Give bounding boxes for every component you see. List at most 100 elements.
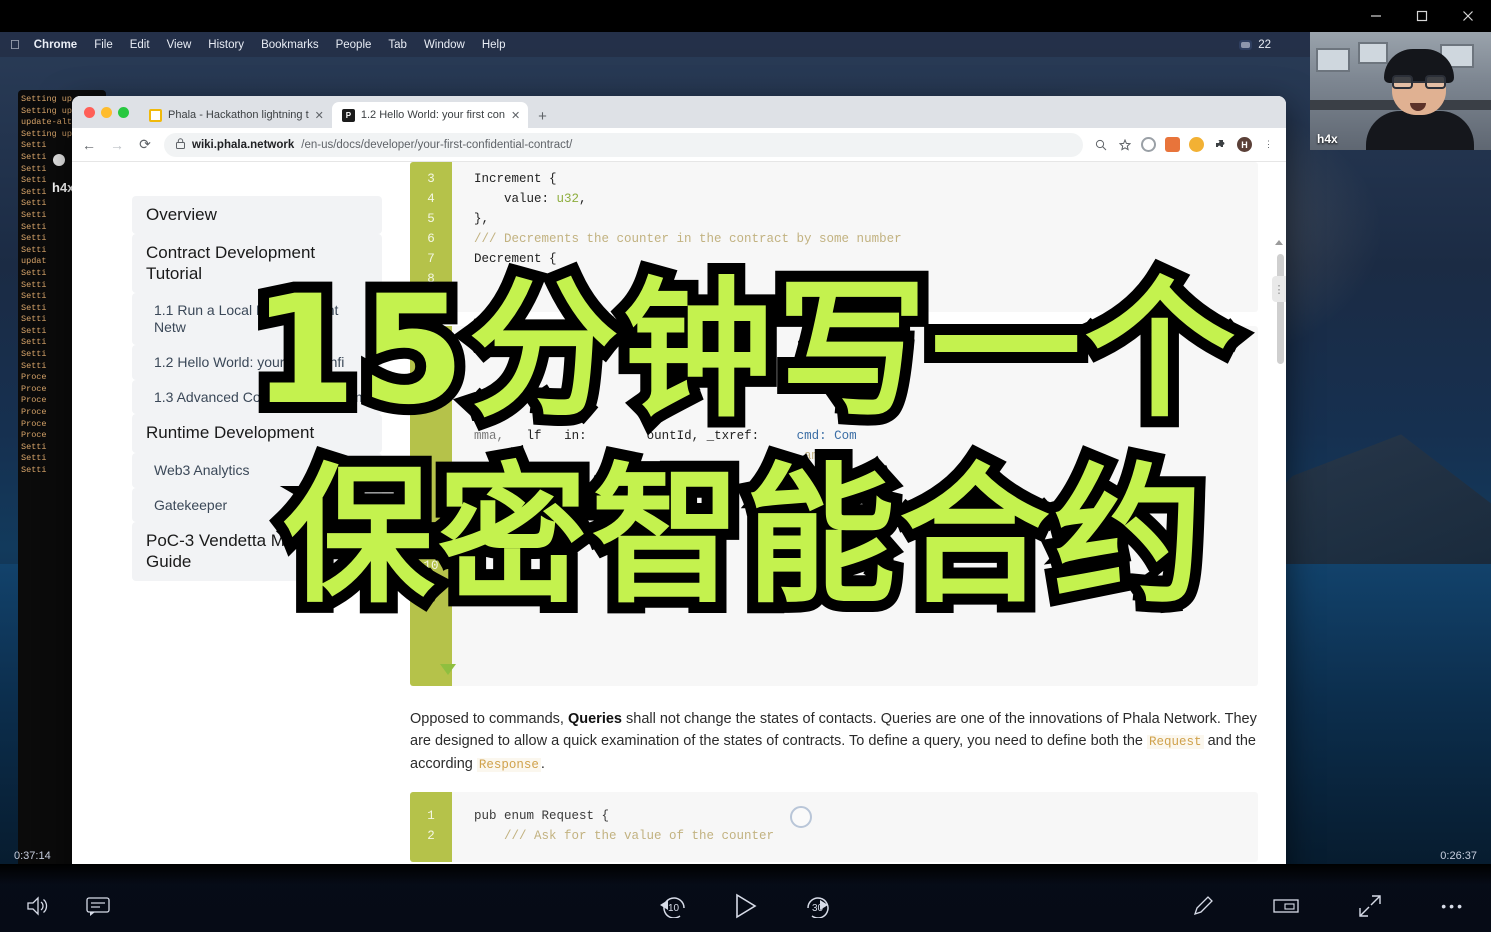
person-torso [1365, 110, 1474, 150]
line-number: 1 [427, 809, 435, 823]
sidebar-item-run-local-dev-network[interactable]: 1.1 Run a Local Development Netw [132, 293, 382, 345]
code-comment: ameter [474, 446, 1258, 466]
volume-button[interactable] [26, 896, 48, 916]
code-fragment: value: [474, 192, 557, 206]
tray-count: 22 [1258, 38, 1271, 51]
menu-item-chrome[interactable]: Chrome [34, 39, 77, 51]
sidebar-item-contract-development-tutorial[interactable]: Contract Development Tutorial [132, 234, 382, 294]
avatar[interactable]: H [1237, 137, 1252, 152]
forward-icon[interactable]: → [108, 137, 126, 153]
fullscreen-icon[interactable] [1357, 893, 1383, 919]
maximize-button[interactable] [1399, 0, 1445, 32]
sidebar-item-advanced-contract-development[interactable]: 1.3 Advanced Contract Developm [132, 379, 382, 415]
inline-code-response: Response [476, 758, 541, 772]
bookmark-icon [149, 108, 162, 122]
orange-ext-icon[interactable] [1165, 137, 1180, 152]
search-icon[interactable] [1093, 137, 1108, 152]
line-number: 5 [427, 212, 435, 226]
tab-hello-world[interactable]: P 1.2 Hello World: your first con ✕ [331, 102, 529, 128]
code-line: value: [474, 272, 557, 286]
scroll-up-arrow-icon[interactable] [1275, 240, 1283, 245]
para-part: . [540, 756, 545, 772]
pencil-icon[interactable] [1191, 894, 1215, 918]
minimize-button[interactable] [1353, 0, 1399, 32]
code-fragment: ameter [804, 449, 850, 463]
player-controls-bar: 0:37:14 0:26:37 10 30 ••• [0, 850, 1491, 932]
glasses-lens-left [1391, 74, 1413, 89]
menu-item-window[interactable]: Window [424, 39, 465, 51]
sidebar-item-runtime-development[interactable]: Runtime Development [132, 414, 382, 453]
code-line: pub enum Request { [474, 809, 610, 823]
address-bar[interactable]: wiki.phala.network/en-us/docs/developer/… [164, 132, 1083, 157]
sidebar-item-web3-analytics[interactable]: Web3 Analytics [132, 452, 382, 488]
webcam-watermark: h4x [1317, 132, 1338, 146]
reload-icon[interactable]: ⟳ [136, 136, 154, 153]
tab-phala-hackathon[interactable]: Phala - Hackathon lightning t ✕ [139, 102, 332, 128]
lock-icon [176, 138, 185, 151]
more-options-icon[interactable]: ••• [1441, 898, 1465, 914]
sidebar-item-gatekeeper[interactable]: Gatekeeper [132, 487, 382, 523]
tab-close-icon[interactable]: ✕ [511, 109, 520, 122]
yellow-ext-icon[interactable] [1189, 137, 1204, 152]
code-line: }, [474, 212, 490, 226]
traffic-lights [82, 96, 139, 128]
sidebar-item-hello-world[interactable]: 1.2 Hello World: your first confi [132, 344, 382, 380]
play-button[interactable] [733, 892, 759, 920]
side-panel-toggle[interactable]: ⋮ [1272, 276, 1286, 302]
code-block-commands[interactable]: 3 4 5 6 7 8 Increment { value: u32,}, /// Decr… [410, 162, 1258, 312]
code-fragment: , [579, 192, 587, 206]
menu-item-tab[interactable]: Tab [388, 39, 407, 51]
code-comment: /// Decrements the counter in the contra… [474, 232, 902, 246]
url-host: wiki.phala.network [192, 138, 295, 151]
code-gutter: 9 10 11 [410, 326, 452, 686]
line-number: 4 [427, 192, 435, 206]
mac-menubar:  Chrome File Edit View History Bookmark… [0, 32, 1491, 57]
sidebar-item-poc3-vendetta-mining-guide[interactable]: PoC-3 Vendetta Mining Guide [132, 522, 382, 582]
close-traffic-light[interactable] [84, 106, 95, 118]
code-line: Decrement { [474, 252, 557, 266]
chrome-window[interactable]: Phala - Hackathon lightning t ✕ P 1.2 He… [72, 96, 1286, 864]
menu-item-history[interactable]: History [208, 39, 244, 51]
menu-item-bookmarks[interactable]: Bookmarks [261, 39, 319, 51]
rewind-seconds: 10 [667, 903, 680, 914]
minimize-traffic-light[interactable] [101, 106, 112, 118]
webcam-overlay[interactable]: h4x [1310, 32, 1491, 150]
code-block-contract-impl[interactable]: 9 10 11 mma, lf in: ountId, _txref: cmd: C… [410, 326, 1258, 686]
puzzle-icon[interactable] [1213, 137, 1228, 152]
menu-item-edit[interactable]: Edit [130, 39, 150, 51]
back-icon[interactable]: ← [80, 137, 98, 153]
menu-item-help[interactable]: Help [482, 39, 506, 51]
zoom-traffic-light[interactable] [118, 106, 129, 118]
extension-row: H ⋮ [1093, 137, 1278, 152]
apple-icon[interactable]:  [10, 38, 20, 51]
webcam-person [1365, 48, 1474, 150]
star-icon[interactable] [1117, 137, 1132, 152]
para-bold: Queries [567, 711, 622, 727]
progress-bar[interactable]: 0:37:14 0:26:37 [0, 850, 1491, 878]
danmaku-button[interactable] [86, 896, 110, 916]
sidebar-item-overview[interactable]: Overview [132, 196, 382, 235]
inline-code-request: Request [1147, 735, 1204, 749]
circle-icon[interactable] [1141, 137, 1156, 152]
close-button[interactable] [1445, 0, 1491, 32]
tray-app-icon[interactable] [1239, 39, 1253, 50]
code-fragment: lf [526, 429, 542, 443]
menu-item-view[interactable]: View [167, 39, 192, 51]
menu-item-people[interactable]: People [336, 39, 372, 51]
glasses-bridge [1412, 80, 1425, 83]
code-block-request-enum[interactable]: 12 pub enum Request { /// Ask for the va… [410, 792, 1258, 862]
forward-button[interactable]: 30 [801, 891, 835, 921]
tab-strip: Phala - Hackathon lightning t ✕ P 1.2 He… [72, 96, 1286, 128]
line-number: 2 [427, 829, 435, 843]
widescreen-icon[interactable] [1273, 897, 1299, 915]
elapsed-time: 0:37:14 [14, 850, 51, 862]
tab-close-icon[interactable]: ✕ [315, 109, 324, 122]
scrollbar-thumb[interactable] [1277, 254, 1284, 364]
remaining-time: 0:26:37 [1440, 850, 1477, 862]
rewind-button[interactable]: 10 [657, 891, 691, 921]
video-surface[interactable]:  Chrome File Edit View History Bookmark… [0, 32, 1491, 864]
glasses-lens-right [1424, 74, 1446, 89]
new-tab-button[interactable]: + [528, 108, 557, 128]
menu-icon[interactable]: ⋮ [1261, 137, 1276, 152]
menu-item-file[interactable]: File [94, 39, 113, 51]
